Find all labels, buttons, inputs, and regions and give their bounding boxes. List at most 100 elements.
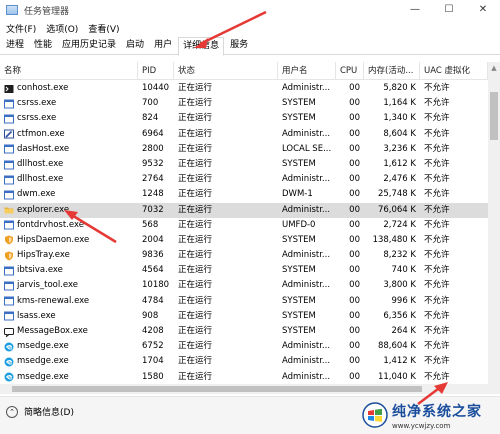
status-cell: 正在运行 (178, 174, 213, 185)
column-header-status[interactable]: 状态 (174, 62, 278, 80)
table-row[interactable]: csrss.exe 824 正在运行 SYSTEM 00 1,340 K 不允许 (0, 111, 488, 126)
table-row[interactable]: explorer.exe 7032 正在运行 Administr... 00 76,064… (0, 202, 488, 218)
vertical-scroll-thumb[interactable] (490, 92, 498, 140)
process-table: 名称 PID 状态 用户名 CPU 内存(活动... UAC 虚拟化 conho… (0, 62, 488, 384)
scroll-up-icon[interactable]: ▲ (488, 62, 500, 74)
memory-cell: 88,604 K (377, 341, 416, 352)
process-name: msedge.exe (17, 371, 69, 382)
pid-cell: 6752 (142, 341, 164, 352)
memory-cell: 11,040 K (377, 371, 416, 382)
menu-file[interactable]: 文件(F) (6, 22, 36, 35)
table-row[interactable]: msedge.exe 1704 正在运行 Administr... 00 1,412 K 不… (0, 354, 488, 369)
user-cell: Administr... (282, 280, 331, 291)
fewer-details-label: 简略信息(D) (24, 408, 74, 418)
horizontal-scroll-thumb[interactable] (12, 386, 422, 392)
process-name-cell: dwm.exe (0, 187, 138, 202)
user-cell: Administr... (282, 250, 331, 261)
window-icon (4, 281, 14, 291)
user-cell: LOCAL SE... (282, 143, 332, 154)
uac-cell: 不允许 (424, 371, 450, 382)
menu-options[interactable]: 选项(O) (46, 22, 78, 35)
fewer-details-button[interactable]: ⌃ 简略信息(D) (6, 405, 74, 418)
table-row[interactable]: msedge.exe 1580 正在运行 Administr... 00 11,040 K… (0, 370, 488, 384)
table-row[interactable]: msedge.exe 6752 正在运行 Administr... 00 88,604 K… (0, 339, 488, 354)
user-cell: SYSTEM (282, 310, 316, 321)
pid-cell: 568 (142, 219, 159, 230)
window-title: 任务管理器 (24, 6, 70, 17)
process-name: dasHost.exe (17, 143, 70, 154)
table-row[interactable]: HipsTray.exe 9836 正在运行 Administr... 00 8,232 … (0, 248, 488, 263)
menu-view[interactable]: 查看(V) (88, 22, 119, 35)
memory-cell: 8,232 K (383, 250, 416, 261)
table-row[interactable]: dllhost.exe 9532 正在运行 SYSTEM 00 1,612 K 不允许 (0, 157, 488, 172)
uac-cell: 不允许 (424, 158, 450, 169)
column-header-uac[interactable]: UAC 虚拟化 (420, 62, 488, 80)
table-row[interactable]: dasHost.exe 2800 正在运行 LOCAL SE... 00 3,236 K 不… (0, 142, 488, 157)
close-button[interactable]: ✕ (466, 0, 500, 20)
column-header-cpu[interactable]: CPU (336, 62, 364, 80)
maximize-button[interactable]: ☐ (432, 0, 466, 20)
memory-cell: 3,800 K (383, 280, 416, 291)
table-row[interactable]: ctfmon.exe 6964 正在运行 Administr... 00 8,604 K 不… (0, 127, 488, 142)
tab-performance[interactable]: 性能 (30, 37, 56, 55)
process-name-cell: kms-renewal.exe (0, 294, 138, 309)
table-row[interactable]: kms-renewal.exe 4784 正在运行 SYSTEM 00 996 K 不允许 (0, 294, 488, 309)
cpu-cell: 00 (349, 113, 360, 124)
table-row[interactable]: lsass.exe 908 正在运行 SYSTEM 00 6,356 K 不允许 (0, 309, 488, 324)
tab-services[interactable]: 服务 (226, 37, 252, 55)
process-name: csrss.exe (17, 98, 57, 109)
process-name: fontdrvhost.exe (17, 219, 84, 230)
column-header-user[interactable]: 用户名 (278, 62, 336, 80)
vertical-scrollbar[interactable]: ▲ (488, 62, 500, 384)
memory-cell: 138,480 K (372, 234, 416, 245)
uac-cell: 不允许 (424, 341, 450, 352)
table-row[interactable]: fontdrvhost.exe 568 正在运行 UMFD-0 00 2,724 K 不允许 (0, 218, 488, 233)
memory-cell: 1,340 K (383, 113, 416, 124)
tab-details[interactable]: 详细信息 (178, 37, 225, 56)
memory-cell: 996 K (391, 295, 417, 306)
pid-cell: 7032 (142, 204, 164, 215)
folder-icon (4, 207, 14, 214)
status-cell: 正在运行 (178, 234, 213, 245)
table-row[interactable]: ibtsiva.exe 4564 正在运行 SYSTEM 00 740 K 不允许 (0, 263, 488, 278)
pid-cell: 9532 (142, 158, 164, 169)
tab-app-history[interactable]: 应用历史记录 (58, 37, 120, 55)
uac-cell: 不允许 (424, 250, 450, 261)
process-name-cell: dllhost.exe (0, 172, 138, 187)
user-cell: Administr... (282, 83, 331, 93)
memory-cell: 2,724 K (383, 219, 416, 230)
user-cell: SYSTEM (282, 326, 316, 336)
pid-cell: 10180 (142, 280, 170, 291)
table-row[interactable]: dllhost.exe 2764 正在运行 Administr... 00 2,476 K… (0, 172, 488, 187)
watermark-title: 纯净系统之家 (392, 403, 482, 420)
column-header-memory[interactable]: 内存(活动... (364, 62, 420, 80)
table-row[interactable]: dwm.exe 1248 正在运行 DWM-1 00 25,748 K 不允许 (0, 187, 488, 202)
uac-cell: 不允许 (424, 310, 450, 321)
status-cell: 正在运行 (178, 98, 213, 109)
process-name: kms-renewal.exe (17, 295, 90, 306)
horizontal-scrollbar[interactable] (0, 384, 500, 394)
cpu-cell: 00 (349, 143, 360, 154)
pid-cell: 1704 (142, 356, 164, 367)
tab-users[interactable]: 用户 (150, 37, 176, 55)
cpu-cell: 00 (349, 356, 360, 367)
uac-cell: 不允许 (424, 326, 450, 336)
table-row[interactable]: jarvis_tool.exe 10180 正在运行 Administr... 00 3,… (0, 278, 488, 293)
window-icon (4, 114, 14, 124)
minimize-button[interactable]: — (398, 0, 432, 20)
table-row[interactable]: csrss.exe 700 正在运行 SYSTEM 00 1,164 K 不允许 (0, 96, 488, 111)
tab-processes[interactable]: 进程 (2, 37, 28, 55)
table-row[interactable]: conhost.exe 10440 正在运行 Administr... 00 5,820 … (0, 81, 488, 96)
table-row[interactable]: MessageBox.exe 4208 正在运行 SYSTEM 00 264 K 不允许 (0, 324, 488, 339)
process-name: ibtsiva.exe (17, 265, 63, 276)
process-name: msedge.exe (17, 356, 69, 367)
user-cell: Administr... (282, 356, 331, 367)
process-name-cell: HipsTray.exe (0, 248, 138, 263)
uac-cell: 不允许 (424, 265, 450, 276)
table-row[interactable]: HipsDaemon.exe 2004 正在运行 SYSTEM 00 138,480 K 不… (0, 233, 488, 248)
column-header-name[interactable]: 名称 (0, 62, 138, 80)
tab-startup[interactable]: 启动 (122, 37, 148, 55)
cpu-cell: 00 (349, 174, 360, 185)
column-header-pid[interactable]: PID (138, 62, 174, 80)
uac-cell: 不允许 (424, 219, 450, 230)
